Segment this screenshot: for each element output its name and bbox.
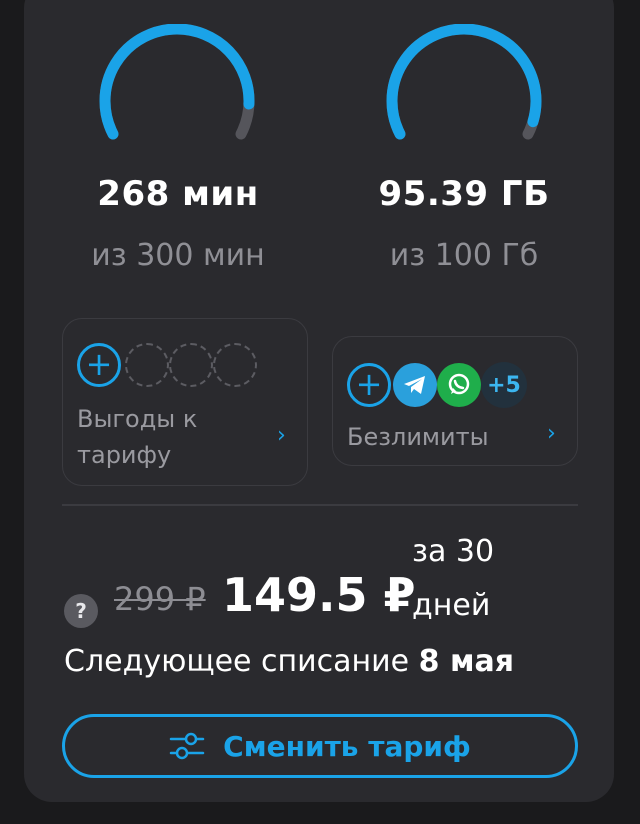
minutes-gauge-svg bbox=[99, 24, 255, 140]
data-total: из 100 Гб bbox=[389, 238, 539, 273]
whatsapp-icon bbox=[437, 363, 481, 407]
plus-icon: + bbox=[347, 363, 391, 407]
next-charge-prefix: Следующее списание bbox=[64, 644, 419, 679]
gauge-fill bbox=[386, 24, 542, 140]
more-apps-badge: +5 bbox=[481, 362, 527, 408]
benefits-tile[interactable]: + Выгоды к тарифу › bbox=[62, 318, 308, 486]
data-gauge bbox=[380, 24, 550, 144]
change-plan-label: Сменить тариф bbox=[223, 729, 471, 763]
billing-period-line2: дней bbox=[412, 588, 491, 623]
divider bbox=[62, 504, 578, 506]
benefits-label-line2: тарифу bbox=[77, 441, 172, 469]
empty-slot-icon bbox=[213, 343, 257, 387]
empty-slot-icon bbox=[125, 343, 169, 387]
help-icon[interactable]: ? bbox=[64, 594, 98, 628]
current-price: 149.5 ₽ bbox=[222, 568, 416, 622]
data-gauge-svg bbox=[386, 24, 542, 140]
data-remaining: 95.39 ГБ bbox=[378, 174, 550, 214]
next-charge-date: 8 мая bbox=[418, 644, 514, 679]
empty-slot-icon bbox=[169, 343, 213, 387]
whatsapp-glyph bbox=[448, 373, 470, 395]
plus-icon: + bbox=[77, 343, 121, 387]
unlimited-label: Безлимиты bbox=[347, 423, 489, 451]
telegram-icon bbox=[393, 363, 437, 407]
sliders-icon bbox=[169, 732, 205, 760]
billing-period-line1: за 30 bbox=[412, 534, 495, 569]
chevron-right-icon: › bbox=[547, 421, 556, 446]
minutes-remaining: 268 мин bbox=[97, 174, 259, 214]
unlimited-tile[interactable]: + +5 Безлимиты › bbox=[332, 336, 578, 466]
chevron-right-icon: › bbox=[277, 423, 286, 448]
gauge-fill bbox=[99, 24, 255, 140]
old-price: 299 ₽ bbox=[114, 580, 206, 618]
next-charge-text: Следующее списание 8 мая bbox=[64, 644, 514, 679]
telegram-glyph bbox=[404, 376, 425, 394]
benefits-label-line1: Выгоды к bbox=[77, 405, 198, 433]
change-plan-button[interactable]: Сменить тариф bbox=[62, 714, 578, 778]
minutes-gauge bbox=[93, 24, 263, 144]
minutes-total: из 300 мин bbox=[91, 238, 265, 273]
